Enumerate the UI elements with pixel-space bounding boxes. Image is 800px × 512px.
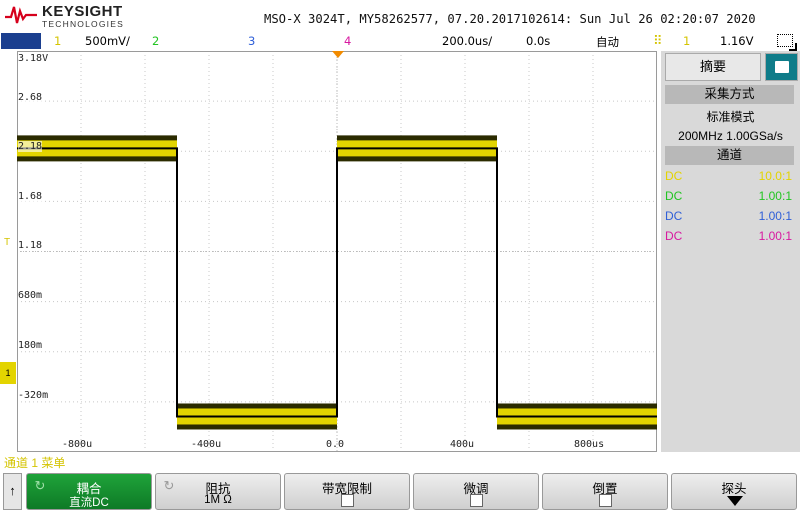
screen-capture-icon[interactable]: [777, 34, 797, 51]
softkey-bar: ↑ ↻ 耦合 直流DC ↻ 阻抗 1M Ω 带宽限制 微调 倒置 探头: [0, 470, 800, 512]
ch2-indicator[interactable]: 2: [152, 34, 159, 48]
channel-probe: 10.0:1: [758, 169, 792, 183]
graticule: [17, 51, 657, 452]
trigger-position-marker[interactable]: [332, 51, 344, 59]
channel-coupling: DC: [665, 169, 683, 183]
probe-softkey[interactable]: 探头: [671, 473, 797, 510]
chevron-down-icon: [727, 496, 743, 506]
channel-coupling: DC: [665, 189, 683, 203]
acquisition-mode: 标准模式: [706, 110, 755, 124]
channel-row-3: DC 1.00:1: [661, 207, 800, 227]
main-menu-button[interactable]: [1, 33, 41, 49]
channel-row-1: DC 10.0:1: [661, 167, 800, 187]
ch4-indicator[interactable]: 4: [344, 34, 351, 48]
bandwidth-limit-softkey[interactable]: 带宽限制: [284, 473, 410, 510]
trigger-mode[interactable]: 自动: [596, 34, 619, 50]
ch1-waveform-line: [17, 147, 657, 418]
ch3-indicator[interactable]: 3: [248, 34, 255, 48]
y-axis-label: 180m: [18, 340, 43, 351]
checkbox[interactable]: [599, 494, 612, 507]
tab-summary[interactable]: 摘要: [665, 53, 761, 81]
back-button[interactable]: ↑: [3, 473, 22, 510]
instrument-info: MSO-X 3024T, MY58262577, 07.20.201710261…: [264, 12, 756, 26]
x-axis-label: -800u: [62, 439, 93, 450]
impedance-softkey[interactable]: ↻ 阻抗 1M Ω: [155, 473, 281, 510]
trigger-edge-icon: ⠿: [653, 34, 663, 49]
invert-softkey[interactable]: 倒置: [542, 473, 668, 510]
timebase-scale[interactable]: 200.0us/: [442, 34, 492, 48]
channel-coupling: DC: [665, 229, 683, 243]
channel-probe: 1.00:1: [758, 229, 792, 243]
trigger-source[interactable]: 1: [683, 34, 690, 48]
time-delay[interactable]: 0.0s: [526, 34, 550, 48]
x-axis-label: 0.0: [326, 439, 345, 450]
brand-name: KEYSIGHT: [42, 3, 123, 20]
ch1-ground-marker[interactable]: 1: [0, 362, 16, 384]
channel-row-2: DC 1.00:1: [661, 187, 800, 207]
ch1-scale[interactable]: 500mV/: [85, 34, 130, 48]
channel-probe: 1.00:1: [758, 209, 792, 223]
ch1-indicator[interactable]: 1: [54, 34, 61, 48]
status-bar: 1 500mV/ 2 3 4 200.0us/ 0.0s 自动 ⠿ 1 1.16…: [0, 32, 800, 51]
coupling-softkey[interactable]: ↻ 耦合 直流DC: [26, 473, 152, 510]
channel-coupling: DC: [665, 209, 683, 223]
keysight-logo: KEYSIGHT TECHNOLOGIES: [4, 2, 144, 30]
y-axis-label: 3.18V: [18, 53, 49, 64]
y-axis-label: 2.68: [18, 92, 43, 103]
y-axis-label: -320m: [18, 390, 49, 401]
y-axis-label: 2.18: [18, 141, 43, 152]
fine-adjust-softkey[interactable]: 微调: [413, 473, 539, 510]
softkey-label: 探头: [721, 482, 747, 496]
acquisition-header: 采集方式: [665, 85, 794, 104]
ch1-trace: [17, 135, 657, 430]
softkey-value: 1M Ω: [204, 494, 232, 506]
y-axis-label: 1.68: [18, 191, 43, 202]
brand-subtitle: TECHNOLOGIES: [42, 19, 124, 29]
waveform-display[interactable]: 3.18V 2.68 2.18 1.68 1.18 680m 180m -320m -800u…: [0, 51, 660, 452]
trigger-level[interactable]: 1.16V: [720, 34, 753, 48]
title-bar: KEYSIGHT TECHNOLOGIES MSO-X 3024T, MY582…: [0, 0, 800, 32]
x-axis-label: 400u: [450, 439, 475, 450]
checkbox[interactable]: [341, 494, 354, 507]
y-axis-label: 1.18: [18, 240, 43, 251]
checkbox[interactable]: [470, 494, 483, 507]
channel-header: 通道: [665, 146, 794, 165]
keysight-wave-icon: [5, 6, 37, 24]
x-axis-label: 800us: [574, 439, 605, 450]
summary-panel: 摘要 采集方式 标准模式 200MHz 1.00GSa/s 通道 DC 10.0…: [661, 51, 800, 452]
channel-menu-title: 通道 1 菜单: [4, 456, 66, 470]
y-axis-label: 680m: [18, 290, 43, 301]
acquisition-rate: 200MHz 1.00GSa/s: [678, 129, 783, 143]
x-axis-label: -400u: [191, 439, 222, 450]
channel-row-4: DC 1.00:1: [661, 227, 800, 247]
display-icon[interactable]: [765, 53, 798, 81]
trigger-level-marker[interactable]: T: [4, 237, 14, 251]
softkey-value: 直流DC: [69, 497, 109, 509]
channel-probe: 1.00:1: [758, 189, 792, 203]
